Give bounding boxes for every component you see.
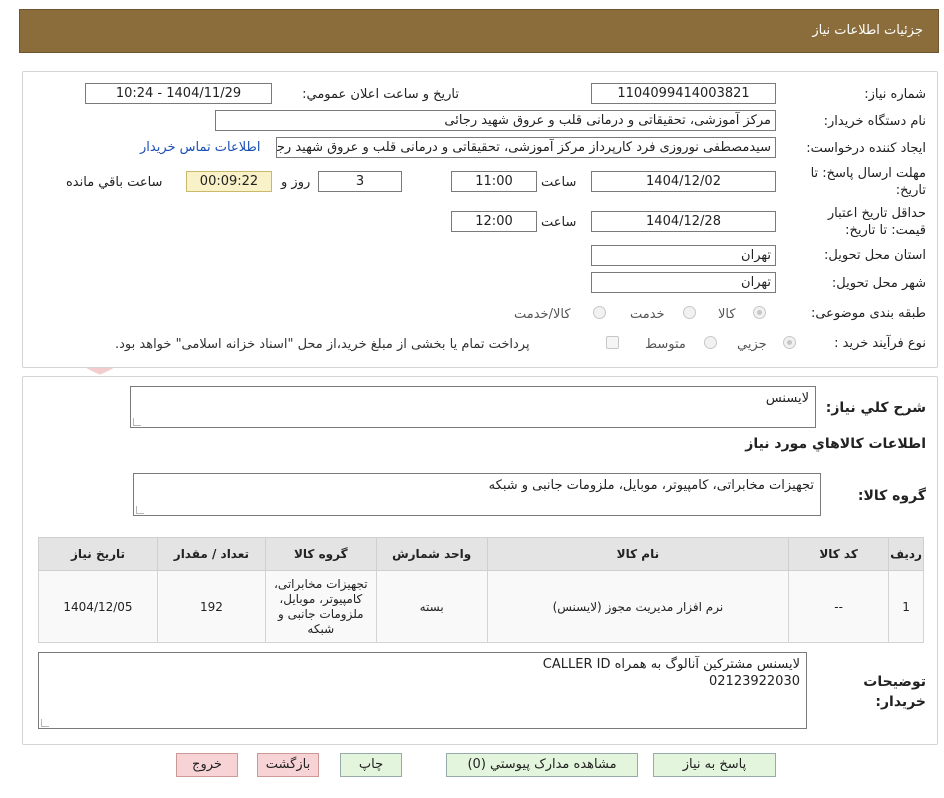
validity-time-label: ساعت [541,215,577,230]
deadline-time-label: ساعت [541,175,577,190]
category-option-goods-service: کالا/خدمت [514,307,571,322]
process-option-minor: جزيي [737,337,767,352]
col-need-date: تاريخ نياز [38,537,158,571]
process-radio-minor[interactable] [783,336,796,349]
treasury-payment-note: پرداخت تمام يا بخشی از مبلغ خريد،از محل … [115,337,530,352]
goods-section-title: اطلاعات کالاهاي مورد نياز [745,436,926,452]
buyer-org-field: مرکز آموزشی، تحقیقاتی و درمانی قلب و عرو… [215,110,776,131]
goods-group-textarea[interactable]: تجهیزات مخابراتی، کامپیوتر، موبایل، ملزو… [133,473,821,516]
summary-textarea[interactable]: لايسنس [130,386,816,428]
buyer-notes-textarea[interactable]: لایسنس مشترکین آنالوگ به همراه CALLER ID… [38,652,807,729]
resize-grip-icon[interactable] [136,506,144,514]
col-item-name: نام کالا [486,537,790,571]
goods-group-text: تجهیزات مخابراتی، کامپیوتر، موبایل، ملزو… [488,478,814,493]
print-button[interactable]: چاپ [340,753,402,777]
cell-unit: بسته [375,570,488,643]
category-option-goods: کالا [718,307,736,322]
deadline-date-field: 1404/12/02 [591,171,776,192]
summary-label: شرح کلي نياز: [825,400,926,416]
days-remaining-field: 3 [318,171,402,192]
days-label: روز و [281,175,311,190]
category-radio-service[interactable] [683,306,696,319]
col-item-group: گروه کالا [264,537,377,571]
buyer-contact-link[interactable]: اطلاعات تماس خريدار [140,140,260,155]
buyer-notes-line-2: 02123922030 [709,674,800,689]
process-radio-medium[interactable] [704,336,717,349]
cell-item-group: تجهیزات مخابراتی، کامپیوتر، موبایل، ملزو… [264,570,377,643]
table-header-row: رديف کد کالا نام کالا واحد شمارش گروه کا… [38,537,924,571]
requester-label: ايجاد کننده درخواست: [806,141,926,156]
goods-group-label: گروه کالا: [857,488,926,504]
buyer-notes-line-1: لایسنس مشترکین آنالوگ به همراه CALLER ID [542,657,800,672]
resize-grip-icon[interactable] [41,719,49,727]
table-row: 1 -- نرم افزار مدیریت مجوز (لایسنس) بسته… [38,570,924,643]
remaining-time-field: 00:09:22 [186,171,272,192]
cell-quantity: 192 [156,570,266,643]
cell-item-name: نرم افزار مدیریت مجوز (لایسنس) [486,570,790,643]
goods-table: رديف کد کالا نام کالا واحد شمارش گروه کا… [38,537,924,643]
deadline-label: مهلت ارسال پاسخ: تا تاريخ: [810,166,926,198]
validity-label: حداقل تاريخ اعتبار قيمت: تا تاريخ: [827,206,926,238]
announce-datetime-field: 1404/11/29 - 10:24 [85,83,272,104]
exit-button[interactable]: خروج [176,753,238,777]
reply-button[interactable]: پاسخ به نياز [653,753,776,777]
validity-date-field: 1404/12/28 [591,211,776,232]
page-title: جزئيات اطلاعات نياز [812,23,923,38]
cell-item-code: -- [788,570,890,643]
cell-need-date: 1404/12/05 [38,570,158,643]
resize-grip-icon[interactable] [133,418,141,426]
process-option-medium: متوسط [645,337,686,352]
summary-text: لايسنس [765,391,809,406]
need-number-label: شماره نياز: [864,87,926,102]
col-unit: واحد شمارش [375,537,488,571]
category-radio-goods[interactable] [753,306,766,319]
deadline-time-field: 11:00 [451,171,537,192]
process-label: نوع فرآيند خريد : [834,336,926,351]
category-radio-goods-service[interactable] [593,306,606,319]
province-field: تهران [591,245,776,266]
need-number-field: 1104099414003821 [591,83,776,104]
col-quantity: تعداد / مقدار [156,537,266,571]
requester-field: سیدمصطفی نوروزی فرد کارپرداز مرکز آموزشی… [276,137,776,158]
city-label: شهر محل تحويل: [831,276,926,291]
city-field: تهران [591,272,776,293]
col-row-number: رديف [888,537,924,571]
treasury-payment-checkbox[interactable] [606,336,619,349]
page-header: جزئيات اطلاعات نياز [19,9,939,53]
category-option-service: خدمت [630,307,665,322]
buyer-notes-label: توضيحات خريدار: [863,674,926,710]
province-label: استان محل تحويل: [824,248,926,263]
buyer-org-label: نام دستگاه خريدار: [823,114,926,129]
validity-time-field: 12:00 [451,211,537,232]
category-label: طبقه بندی موضوعی: [810,306,926,321]
announce-label: تاريخ و ساعت اعلان عمومي: [302,87,459,102]
view-attachments-button[interactable]: مشاهده مدارک پيوستي (0) [446,753,638,777]
col-item-code: کد کالا [788,537,890,571]
cell-row-number: 1 [888,570,924,643]
back-button[interactable]: بازگشت [257,753,319,777]
remaining-time-label: ساعت باقي مانده [66,175,163,190]
